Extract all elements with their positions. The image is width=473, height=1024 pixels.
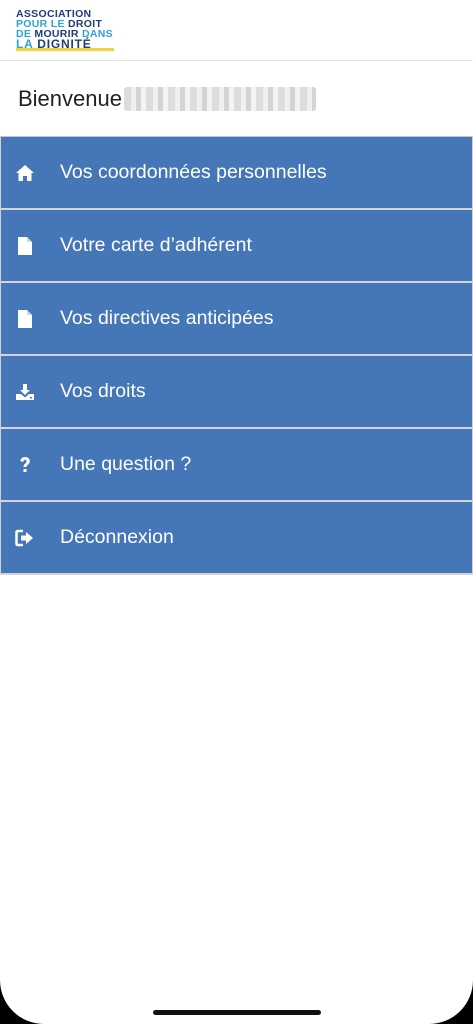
home-icon <box>15 163 35 183</box>
home-indicator[interactable] <box>153 1010 321 1015</box>
menu-item-coordonnees[interactable]: Vos coordonnées personnelles <box>0 137 473 210</box>
menu-item-label: Une question ? <box>60 453 192 475</box>
download-icon <box>15 382 35 402</box>
welcome-label: Bienvenue <box>18 85 122 111</box>
menu-item-droits[interactable]: Vos droits <box>0 356 473 429</box>
menu-item-label: Votre carte d’adhérent <box>60 234 252 256</box>
menu-item-label: Vos droits <box>60 380 146 402</box>
welcome-banner: Bienvenue <box>0 61 473 136</box>
menu-item-label: Vos directives anticipées <box>60 307 274 329</box>
app-screen: ASSOCIATION POUR LE DROIT DE MOURIR DANS… <box>0 0 473 1024</box>
logo-line-4b: DIGNITÉ <box>37 37 92 51</box>
menu-item-directives[interactable]: Vos directives anticipées <box>0 283 473 356</box>
logo-line-4a: LA <box>16 37 34 51</box>
menu-item-label: Vos coordonnées personnelles <box>60 161 327 183</box>
main-menu: Vos coordonnées personnelles Votre carte… <box>0 136 473 575</box>
menu-item-question[interactable]: Une question ? <box>0 429 473 502</box>
app-header: ASSOCIATION POUR LE DROIT DE MOURIR DANS… <box>0 0 473 61</box>
file-icon <box>15 236 35 256</box>
menu-item-label: Déconnexion <box>60 526 174 548</box>
logout-icon <box>15 528 35 548</box>
association-logo[interactable]: ASSOCIATION POUR LE DROIT DE MOURIR DANS… <box>16 9 126 51</box>
menu-item-deconnexion[interactable]: Déconnexion <box>0 502 473 575</box>
menu-item-carte-adherent[interactable]: Votre carte d’adhérent <box>0 210 473 283</box>
redacted-user-name <box>123 86 316 111</box>
file-icon <box>15 309 35 329</box>
question-icon <box>15 455 35 475</box>
